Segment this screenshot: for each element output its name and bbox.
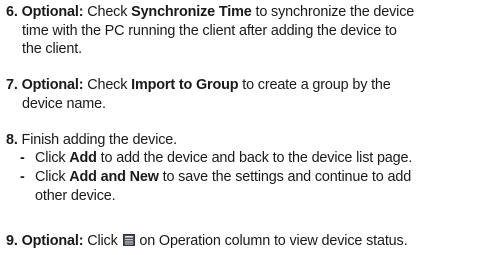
- synchronize-time-term: Synchronize Time: [131, 4, 252, 20]
- substep-text: to save the settings and continue to add: [158, 169, 412, 185]
- optional-label: Optional:: [21, 233, 84, 249]
- add-and-new-term: Add and New: [69, 169, 159, 185]
- step-text: Click: [83, 233, 122, 249]
- substep-text: Click: [35, 169, 70, 185]
- step-text: Check: [83, 4, 132, 20]
- device-status-icon: [122, 233, 135, 246]
- step-text: Check: [83, 77, 132, 93]
- step-number: 7.: [6, 77, 18, 93]
- substep-add-and-new: - Click Add and New to save the settings…: [20, 168, 494, 205]
- step-text: time with the PC running the client afte…: [22, 22, 397, 39]
- add-term: Add: [69, 150, 97, 166]
- optional-label: Optional:: [21, 77, 84, 93]
- step-number: 9.: [6, 233, 18, 249]
- step-text: on Operation column to view device statu…: [135, 233, 408, 249]
- step-text: to create a group by the: [238, 77, 391, 93]
- step-8: 8. Finish adding the device.: [6, 131, 494, 150]
- bullet-dash: -: [20, 150, 25, 166]
- step-text: the client.: [22, 41, 82, 57]
- substep-text: Click: [35, 150, 70, 166]
- step-number: 8.: [6, 132, 18, 148]
- substep-text: to add the device and back to the device…: [96, 150, 413, 166]
- substep-text: other device.: [35, 187, 116, 204]
- import-to-group-term: Import to Group: [131, 77, 239, 93]
- substep-add: - Click Add to add the device and back t…: [20, 149, 494, 168]
- bullet-dash: -: [20, 169, 25, 185]
- step-text: Finish adding the device.: [17, 132, 178, 148]
- step-text: device name.: [22, 95, 106, 112]
- step-number: 6.: [6, 4, 18, 20]
- step-7: 7. Optional: Check Import to Group to cr…: [6, 76, 494, 113]
- step-9: 9. Optional: Click on Operation column t…: [6, 232, 494, 251]
- step-text: to synchronize the device: [251, 4, 415, 20]
- step-6: 6. Optional: Check Synchronize Time to s…: [6, 3, 494, 59]
- document-page: 6. Optional: Check Synchronize Time to s…: [0, 0, 497, 255]
- optional-label: Optional:: [21, 4, 84, 20]
